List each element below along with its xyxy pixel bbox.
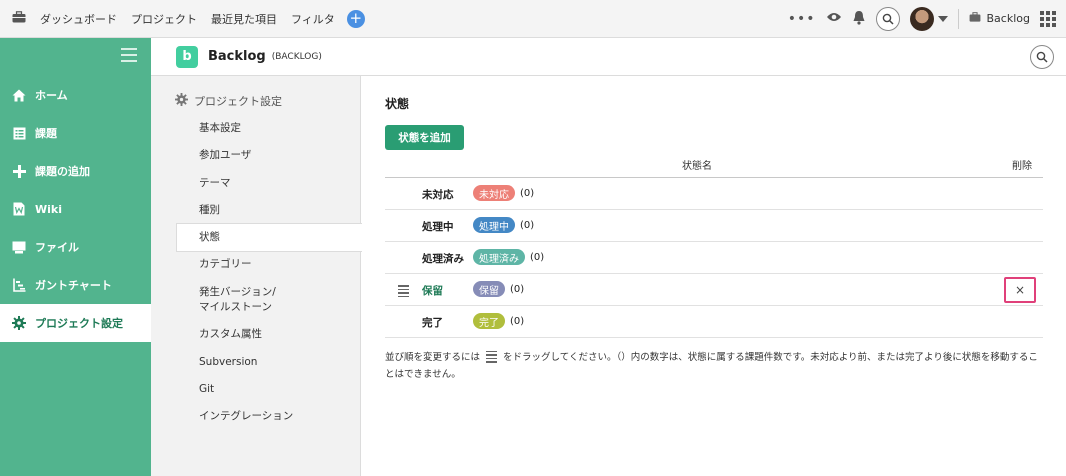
delete-status-button[interactable]: × [1004, 277, 1036, 303]
sidebar-item-label: 課題の追加 [35, 165, 90, 178]
status-badge: 完了 [473, 313, 505, 329]
list-icon [10, 127, 28, 140]
sidebar-item-home[interactable]: ホーム [0, 76, 151, 114]
status-name: 未対応 [422, 189, 454, 201]
menu-issue-types[interactable]: 種別 [199, 203, 220, 218]
space-name[interactable]: Backlog [987, 12, 1030, 25]
sidebar: ホーム 課題 課題の追加 Wiki ファイル ガントチャート プロジェクト設定 [0, 38, 151, 476]
gear-icon [10, 316, 28, 330]
settings-title: プロジェクト設定 [175, 93, 282, 109]
page-title: 状態 [385, 97, 410, 111]
menu-members[interactable]: 参加ユーザ [199, 148, 251, 163]
apps-grid-icon[interactable] [1040, 10, 1056, 27]
issue-count: (0) [520, 187, 535, 199]
project-logo[interactable]: b [176, 45, 198, 68]
sidebar-item-files[interactable]: ファイル [0, 228, 151, 266]
table-row: 処理中 処理中 (0) [385, 210, 1043, 242]
sidebar-item-add-issue[interactable]: 課題の追加 [0, 152, 151, 190]
hamburger-icon[interactable] [121, 48, 137, 66]
more-menu-icon[interactable]: ••• [788, 11, 816, 27]
sidebar-item-label: プロジェクト設定 [35, 317, 123, 330]
table-row: 処理済み 処理済み (0) [385, 242, 1043, 274]
wiki-icon [10, 202, 28, 216]
project-key: (BACKLOG) [271, 51, 322, 62]
sidebar-item-label: ファイル [35, 241, 79, 254]
issue-count: (0) [530, 251, 545, 263]
drag-handle-icon[interactable] [398, 285, 409, 299]
nav-filter[interactable]: フィルタ [291, 11, 335, 27]
space-icon [969, 12, 981, 25]
nav-dashboard[interactable]: ダッシュボード [40, 11, 117, 27]
divider [957, 8, 959, 29]
gantt-icon [10, 278, 28, 292]
project-search-icon[interactable] [1030, 45, 1054, 69]
home-icon [10, 89, 28, 102]
menu-integrations[interactable]: インテグレーション [199, 409, 293, 424]
help-note-after: をドラッグしてください。（）内の数字は、状態に属する課題件数です。未対応より前、… [385, 352, 1038, 380]
folder-icon [10, 241, 28, 254]
status-name: 処理済み [422, 253, 464, 265]
sidebar-item-wiki[interactable]: Wiki [0, 190, 151, 228]
help-note-before: 並び順を変更するには [385, 352, 481, 363]
menu-status[interactable]: 状態 [176, 223, 362, 252]
status-badge: 処理中 [473, 217, 515, 233]
add-status-button[interactable]: 状態を追加 [385, 125, 464, 150]
status-name-link[interactable]: 保留 [422, 283, 443, 298]
create-button[interactable]: + [346, 9, 365, 28]
status-name: 処理中 [422, 221, 454, 233]
menu-git[interactable]: Git [199, 382, 214, 397]
project-header: b Backlog (BACKLOG) [151, 38, 1066, 76]
issue-count: (0) [510, 283, 525, 295]
sidebar-item-label: Wiki [35, 202, 62, 216]
plus-icon [10, 164, 28, 178]
menu-custom-fields[interactable]: カスタム属性 [199, 327, 262, 342]
avatar[interactable] [909, 6, 934, 31]
menu-versions-milestones[interactable]: 発生バージョン/ マイルストーン [199, 285, 276, 315]
issue-count: (0) [520, 219, 535, 231]
briefcase-icon[interactable] [12, 11, 26, 26]
status-badge: 処理済み [473, 249, 525, 265]
sidebar-item-project-settings[interactable]: プロジェクト設定 [0, 304, 151, 342]
status-badge: 未対応 [473, 185, 515, 201]
nav-projects[interactable]: プロジェクト [131, 11, 197, 27]
menu-categories[interactable]: カテゴリー [199, 257, 252, 272]
sidebar-item-label: ガントチャート [35, 279, 112, 292]
nav-recent-items[interactable]: 最近見た項目 [211, 11, 277, 27]
table-row: 保留 保留 (0) × [385, 274, 1043, 306]
menu-theme[interactable]: テーマ [199, 176, 231, 191]
gear-icon [175, 93, 188, 109]
menu-subversion[interactable]: Subversion [199, 355, 257, 370]
top-bar: ダッシュボード プロジェクト 最近見た項目 フィルタ + ••• Backlog [0, 0, 1066, 38]
help-note: 並び順を変更するには をドラッグしてください。（）内の数字は、状態に属する課題件数… [385, 349, 1045, 383]
column-header-delete: 削除 [1012, 161, 1032, 172]
table-row: 完了 完了 (0) [385, 306, 1043, 338]
search-icon[interactable] [875, 6, 900, 31]
sidebar-item-label: 課題 [35, 127, 57, 140]
status-name: 完了 [422, 317, 443, 329]
settings-title-label: プロジェクト設定 [194, 95, 282, 108]
eye-icon[interactable] [826, 11, 842, 26]
main-content: 状態 状態を追加 状態名 削除 未対応 未対応 (0) 処理中 処理中 (0) … [362, 76, 1066, 476]
drag-handle-icon [486, 350, 498, 365]
sidebar-item-gantt[interactable]: ガントチャート [0, 266, 151, 304]
bell-icon[interactable] [852, 10, 866, 28]
menu-basic-settings[interactable]: 基本設定 [199, 121, 241, 136]
column-header-status-name: 状態名 [682, 161, 712, 172]
status-badge: 保留 [473, 281, 505, 297]
settings-menu: プロジェクト設定 基本設定 参加ユーザ テーマ 種別 状態 カテゴリー 発生バー… [151, 76, 362, 476]
table-row: 未対応 未対応 (0) [385, 178, 1043, 210]
sidebar-item-label: ホーム [35, 89, 68, 102]
chevron-down-icon[interactable] [937, 15, 948, 22]
sidebar-item-issues[interactable]: 課題 [0, 114, 151, 152]
project-name[interactable]: Backlog [208, 49, 266, 64]
issue-count: (0) [510, 315, 525, 327]
